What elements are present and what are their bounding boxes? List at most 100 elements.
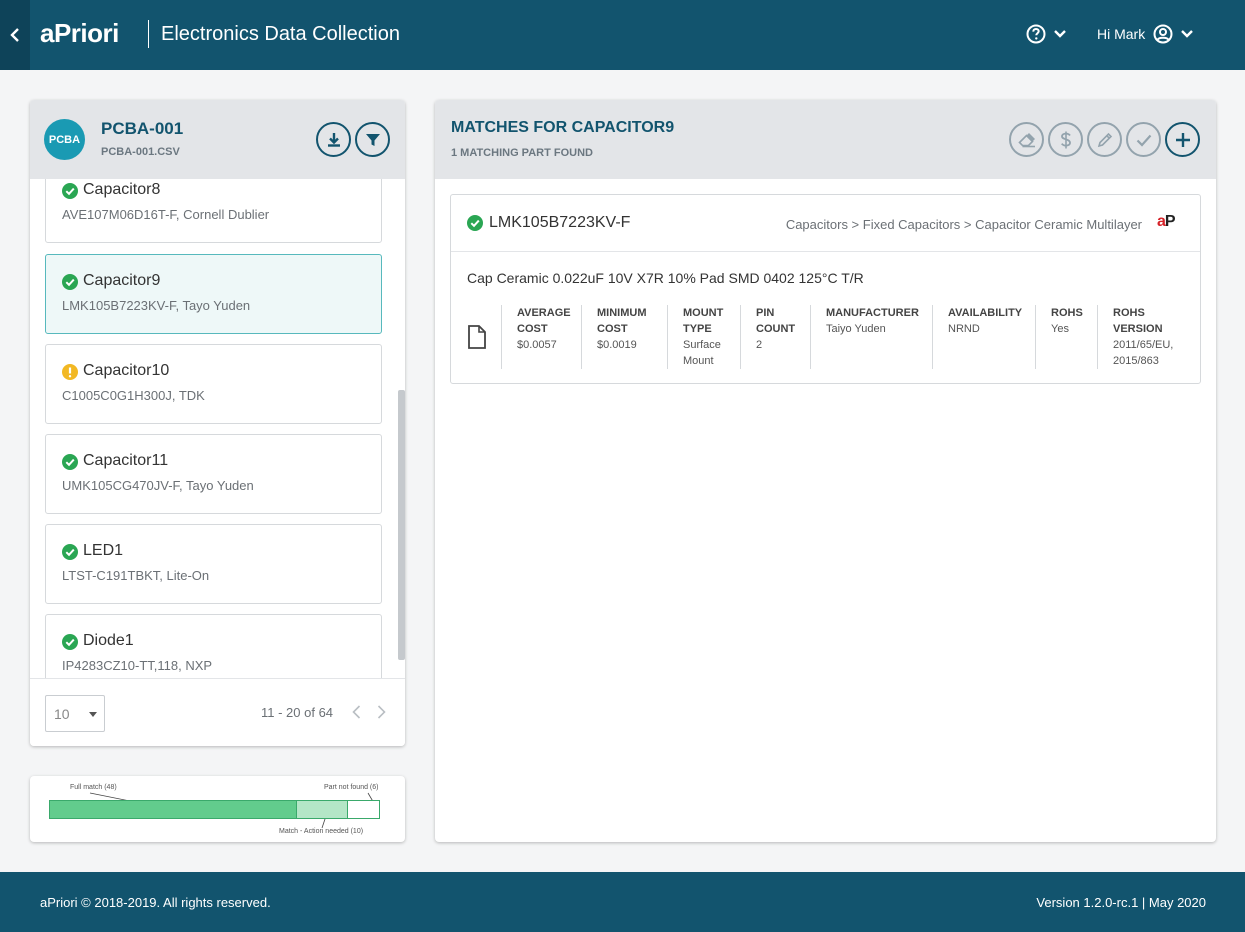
attr-rohs: ROHS Yes (1035, 305, 1097, 369)
download-button[interactable] (316, 122, 351, 157)
back-button[interactable] (0, 0, 30, 70)
part-description: LTST-C191TBKT, Lite-On (62, 568, 210, 583)
list-item[interactable]: Capacitor9 LMK105B7223KV-F, Tayo Yuden (45, 254, 382, 334)
list-item[interactable]: Capacitor10 C1005C0G1H300J, TDK (45, 344, 382, 424)
matches-title: MATCHES FOR CAPACITOR9 (451, 119, 675, 136)
matches-header: MATCHES FOR CAPACITOR9 1 MATCHING PART F… (435, 100, 1216, 179)
bom-filename: PCBA-001.CSV (101, 146, 180, 158)
page-size-value: 10 (54, 706, 70, 722)
clear-button[interactable] (1009, 122, 1044, 157)
attr-manufacturer: MANUFACTURER Taiyo Yuden (810, 305, 932, 369)
filter-button[interactable] (355, 122, 390, 157)
part-name: Capacitor11 (83, 452, 169, 469)
filter-icon (365, 133, 380, 146)
parts-list: Capacitor8 AVE107M06D16T-F, Cornell Dubl… (30, 179, 405, 678)
footer: aPriori © 2018-2019. All rights reserved… (0, 872, 1245, 932)
attr-value: 2011/65/EU, 2015/863 (1113, 339, 1174, 367)
attr-value: 2 (756, 339, 763, 351)
part-description: C1005C0G1H300J, TDK (62, 388, 205, 403)
edit-button[interactable] (1087, 122, 1122, 157)
app-title: Electronics Data Collection (161, 23, 400, 45)
next-page-button[interactable] (373, 701, 389, 723)
part-name: Capacitor9 (83, 272, 161, 289)
apriori-source-logo: aP (1157, 213, 1176, 230)
help-menu[interactable] (1026, 24, 1066, 44)
eraser-icon (1017, 132, 1035, 147)
add-part-button[interactable] (1165, 122, 1200, 157)
list-item[interactable]: LED1 LTST-C191TBKT, Lite-On (45, 524, 382, 604)
matches-panel: MATCHES FOR CAPACITOR9 1 MATCHING PART F… (435, 100, 1216, 842)
attr-mount-type: MOUNT TYPE Surface Mount (667, 305, 740, 369)
plus-icon (1175, 132, 1190, 147)
attr-label: MOUNT TYPE (683, 307, 724, 335)
user-icon (1153, 24, 1173, 44)
help-icon (1026, 24, 1046, 44)
match-category-path: Capacitors > Fixed Capacitors > Capacito… (785, 217, 1142, 232)
not-found-segment[interactable] (348, 801, 379, 818)
attr-value: Yes (1051, 323, 1069, 335)
attr-value: $0.0057 (517, 339, 557, 351)
user-menu[interactable]: Hi Mark (1097, 24, 1194, 44)
check-circle-icon (62, 274, 78, 290)
action-needed-segment[interactable] (297, 801, 348, 818)
check-circle-icon (62, 634, 78, 650)
list-item[interactable]: Diode1 IP4283CZ10-TT,118, NXP (45, 614, 382, 678)
part-name: LED1 (83, 542, 124, 559)
prev-page-button[interactable] (348, 701, 364, 723)
check-circle-icon (62, 183, 78, 199)
part-name: Capacitor8 (83, 181, 161, 198)
datasheet-icon[interactable] (467, 325, 487, 349)
attr-label: AVERAGE COST (517, 307, 571, 335)
part-description: AVE107M06D16T-F, Cornell Dublier (62, 207, 270, 222)
attr-value: $0.0019 (597, 339, 637, 351)
bom-header: PCBA PCBA-001 PCBA-001.CSV (30, 100, 405, 179)
apriori-logo[interactable]: aPriori (40, 18, 119, 49)
attr-label: PIN COUNT (756, 307, 796, 335)
check-circle-icon (62, 544, 78, 560)
chevron-down-icon (1181, 30, 1194, 38)
caret-down-icon (89, 712, 97, 717)
attr-label: MINIMUM COST (597, 307, 647, 335)
check-circle-icon (62, 454, 78, 470)
list-item[interactable]: Capacitor11 UMK105CG470JV-F, Tayo Yuden (45, 434, 382, 514)
chevron-left-icon (10, 28, 19, 42)
chevron-down-icon (1054, 30, 1066, 38)
part-name: Diode1 (83, 632, 134, 649)
chevron-left-icon (351, 705, 360, 719)
not-found-label: Part not found (6) (324, 784, 379, 791)
copyright: aPriori © 2018-2019. All rights reserved… (40, 895, 271, 910)
full-match-segment[interactable] (50, 801, 297, 818)
attr-value: NRND (948, 323, 980, 335)
matches-count: 1 MATCHING PART FOUND (451, 147, 593, 159)
attr-label: ROHS (1051, 307, 1083, 319)
match-result-header: LMK105B7223KV-F Capacitors > Fixed Capac… (451, 195, 1200, 252)
page-size-select[interactable]: 10 (45, 695, 105, 732)
cost-button[interactable] (1048, 122, 1083, 157)
check-icon (1136, 134, 1151, 147)
attr-label: MANUFACTURER (826, 307, 919, 319)
attr-label: ROHS VERSION (1113, 307, 1163, 335)
match-summary: Full match (48) Part not found (6) Match… (30, 776, 405, 842)
pagination: 10 11 - 20 of 64 (30, 678, 405, 746)
part-description: LMK105B7223KV-F, Tayo Yuden (62, 298, 251, 313)
part-description: IP4283CZ10-TT,118, NXP (62, 658, 213, 673)
attr-label: AVAILABILITY (948, 307, 1023, 319)
attr-pin-count: PIN COUNT 2 (740, 305, 810, 369)
match-part-number[interactable]: LMK105B7223KV-F (489, 214, 630, 232)
user-greeting: Hi Mark (1097, 26, 1146, 42)
list-item[interactable]: Capacitor8 AVE107M06D16T-F, Cornell Dubl… (45, 179, 382, 243)
match-description: Cap Ceramic 0.022uF 10V X7R 10% Pad SMD … (467, 270, 864, 286)
full-match-label: Full match (48) (70, 784, 117, 791)
chevron-right-icon (377, 705, 386, 719)
approve-button[interactable] (1126, 122, 1161, 157)
top-bar: aPriori Electronics Data Collection Hi M… (0, 0, 1245, 70)
download-icon (327, 132, 340, 147)
part-name: Capacitor10 (83, 362, 170, 379)
list-scrollbar-thumb[interactable] (398, 390, 405, 660)
match-result-card[interactable]: LMK105B7223KV-F Capacitors > Fixed Capac… (450, 194, 1201, 384)
action-needed-label: Match - Action needed (10) (279, 828, 364, 835)
attr-availability: AVAILABILITY NRND (932, 305, 1035, 369)
part-description: UMK105CG470JV-F, Tayo Yuden (62, 478, 254, 493)
dollar-icon (1060, 131, 1071, 148)
attr-value: Surface Mount (683, 339, 721, 367)
